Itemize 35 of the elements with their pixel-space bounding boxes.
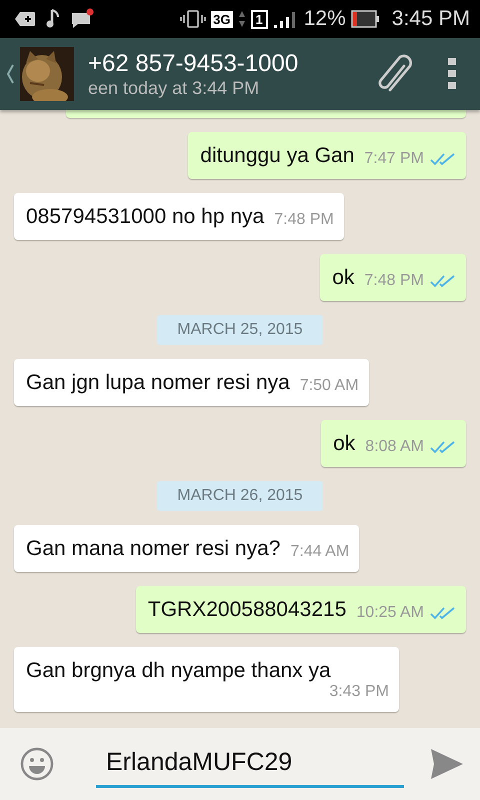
send-button[interactable] [430,748,464,780]
message-time: 10:25 AM [356,604,424,622]
message-text: TGRX200588043215 [148,598,346,622]
message-text: 085794531000 no hp nya [26,205,264,229]
emoji-button[interactable] [20,747,54,781]
back-icon [6,63,14,85]
message-text: ok [332,266,354,290]
message-text: Gan mana nomer resi nya? [26,537,280,561]
music-icon [46,9,60,29]
contact-name: +62 857-9453-1000 [88,50,300,78]
battery-percent: 12% [304,7,346,31]
message-time: 7:44 AM [290,543,350,561]
message-text: Gan brgnya dh nyampe thanx ya [26,659,332,683]
message-time: 7:47 PM [364,150,424,168]
last-seen: een today at 3:44 PM [88,78,260,98]
data-arrows-icon [238,10,246,28]
add-icon [14,11,36,27]
message-time: 3:43 PM [329,683,389,701]
message-text: Gan jgn lupa nomer resi nya [26,371,290,395]
more-icon [448,58,456,90]
send-icon [430,748,464,780]
battery-icon [350,10,381,28]
sim-label: 1 [250,10,268,28]
vibrate-icon [180,9,206,29]
message-time: 7:48 PM [274,211,334,229]
clock: 3:45 PM [392,7,470,31]
network-label: 3G [211,10,233,28]
message-text: ditunggu ya Gan [200,144,354,168]
chat-icon [70,8,94,30]
message-time: 8:08 AM [365,438,424,456]
smiley-icon [20,747,54,781]
message-input[interactable]: ErlandaMUFC29 [106,748,394,777]
message-time: 7:50 AM [300,377,359,395]
message-time: 7:48 PM [364,272,424,290]
message-text: ok [333,432,356,456]
